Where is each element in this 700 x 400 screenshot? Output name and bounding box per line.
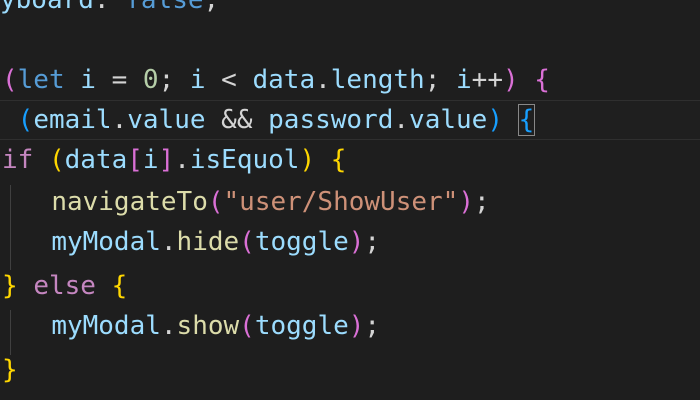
code-token: ) (299, 145, 331, 175)
code-token: else (33, 271, 96, 301)
code-line[interactable]: (email.value && password.value) { (2, 100, 536, 140)
code-line[interactable]: if (data[i].isEquol) { (2, 140, 346, 180)
code-token: length (330, 65, 425, 95)
code-token: i (142, 145, 159, 175)
code-token: yboard (0, 0, 94, 15)
code-token: ] (158, 145, 175, 175)
code-token: 0 (142, 65, 159, 95)
code-token: i (189, 65, 206, 95)
code-token: ; (424, 65, 457, 95)
code-token: ( (33, 145, 65, 175)
code-token: : (93, 0, 126, 15)
code-line[interactable]: myModal.show(toggle); (20, 306, 380, 346)
code-token: show (176, 311, 240, 341)
matched-bracket: { (517, 104, 536, 136)
code-token: = (95, 65, 143, 95)
code-token: } (2, 271, 18, 301)
code-token: . (393, 105, 410, 135)
code-token: isEquol (189, 145, 300, 175)
code-token: password (268, 105, 394, 135)
code-token: toggle (254, 311, 349, 341)
code-token: { (534, 65, 550, 95)
code-token: } (2, 355, 18, 385)
code-token: hide (176, 227, 240, 257)
code-token: ; (158, 65, 190, 95)
code-token: ; (364, 311, 381, 341)
code-token: ) (348, 311, 365, 341)
code-token: ; (473, 187, 490, 217)
code-token: . (174, 145, 190, 175)
code-token: false (125, 0, 204, 15)
code-line[interactable]: yboard: false; (0, 0, 219, 20)
code-token: && (205, 105, 269, 135)
code-token: . (160, 227, 177, 257)
code-token: myModal (51, 311, 161, 341)
code-token: "user/ShowUser" (223, 187, 459, 217)
code-token: navigateTo (51, 187, 208, 217)
code-token: ( (239, 311, 255, 341)
code-token: value (409, 105, 488, 135)
code-token: data (64, 145, 128, 175)
code-token: i (456, 65, 472, 95)
code-token: . (111, 105, 128, 135)
code-line[interactable]: myModal.hide(toggle); (20, 222, 380, 262)
code-token: . (160, 311, 177, 341)
code-token: ++ (471, 65, 503, 95)
code-token: value (127, 105, 206, 135)
code-line[interactable]: (let i = 0; i < data.length; i++) { (2, 60, 550, 100)
code-token: < (205, 65, 253, 95)
code-token: toggle (254, 227, 349, 257)
code-token: { (111, 271, 128, 301)
code-token: email (33, 105, 112, 135)
indent-guide (10, 310, 11, 355)
code-line[interactable]: navigateTo("user/ShowUser"); (20, 182, 490, 222)
code-token: if (2, 145, 34, 175)
code-token: ) (348, 227, 365, 257)
code-token: . (315, 65, 331, 95)
code-token: ) (487, 105, 519, 135)
code-token: data (252, 65, 316, 95)
code-token: ( (2, 65, 18, 95)
code-token: ; (364, 227, 381, 257)
code-token: ) (502, 65, 535, 95)
code-token: let (17, 65, 65, 95)
code-token: ) (458, 187, 474, 217)
code-token: ( (2, 105, 34, 135)
code-token: i (80, 65, 96, 95)
code-line[interactable]: } (2, 350, 18, 390)
code-token: [ (127, 145, 143, 175)
code-token: myModal (51, 227, 161, 257)
code-token: ( (239, 227, 255, 257)
indent-guide (10, 185, 11, 270)
code-token: { (330, 145, 347, 175)
code-token: ( (207, 187, 224, 217)
code-token: ; (203, 0, 220, 15)
code-line[interactable]: } else { (2, 266, 127, 306)
code-editor[interactable]: yboard: false; (let i = 0; i < data.lengt… (0, 0, 700, 400)
